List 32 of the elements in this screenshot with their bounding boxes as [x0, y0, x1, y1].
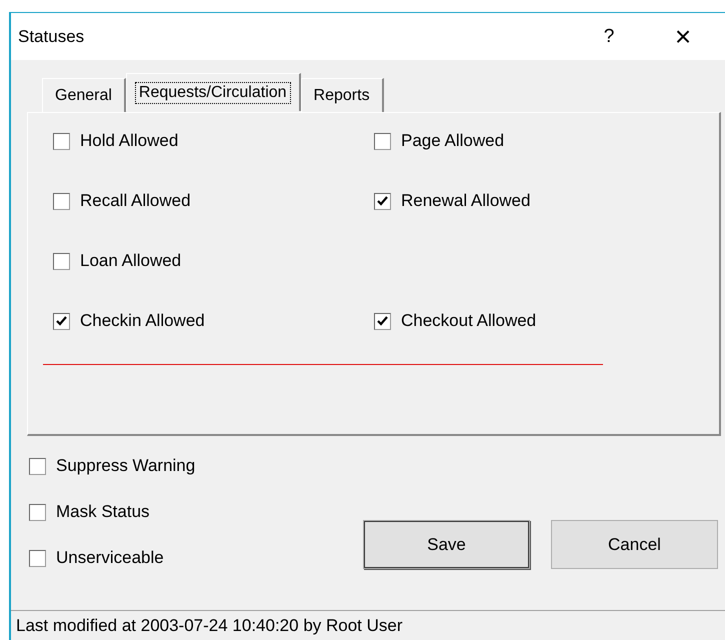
checkbox[interactable]: [374, 192, 391, 210]
checkmark-icon: [377, 316, 388, 326]
checkbox[interactable]: [53, 192, 70, 210]
checkbox[interactable]: [29, 550, 46, 566]
checkbox[interactable]: [374, 312, 391, 330]
window-title: Statuses: [18, 26, 86, 46]
checkbox-label: Checkout Allowed: [401, 311, 536, 331]
checkbox[interactable]: [53, 312, 70, 330]
checkbox[interactable]: [53, 132, 70, 150]
checkbox-label: Loan Allowed: [80, 251, 182, 271]
checkbox[interactable]: [53, 252, 70, 270]
cancel-button[interactable]: Cancel: [551, 520, 718, 569]
checkbox[interactable]: [374, 132, 391, 150]
checkbox-label: Recall Allowed: [80, 191, 191, 211]
tab[interactable]: General: [42, 78, 126, 112]
checkmark-icon: [56, 316, 67, 326]
checkbox-label: Unserviceable: [56, 548, 164, 568]
help-button[interactable]: ?: [577, 26, 641, 48]
tab[interactable]: Reports: [300, 78, 384, 112]
checkbox[interactable]: [29, 504, 46, 520]
checkbox-label: Suppress Warning: [56, 456, 196, 476]
tab[interactable]: Requests/Circulation: [126, 73, 301, 111]
checkbox-label: Renewal Allowed: [401, 191, 530, 211]
checkbox[interactable]: [29, 458, 46, 474]
checkbox-label: Checkin Allowed: [80, 311, 205, 331]
checkmark-icon: [377, 196, 388, 206]
checkbox-label: Hold Allowed: [80, 131, 178, 151]
checkbox-label: Mask Status: [56, 502, 150, 522]
close-button[interactable]: ×: [641, 20, 725, 52]
save-button[interactable]: Save: [363, 520, 530, 569]
checkbox-label: Page Allowed: [401, 131, 504, 151]
status-text: Last modified at 2003-07-24 10:40:20 by Root User: [16, 616, 403, 636]
